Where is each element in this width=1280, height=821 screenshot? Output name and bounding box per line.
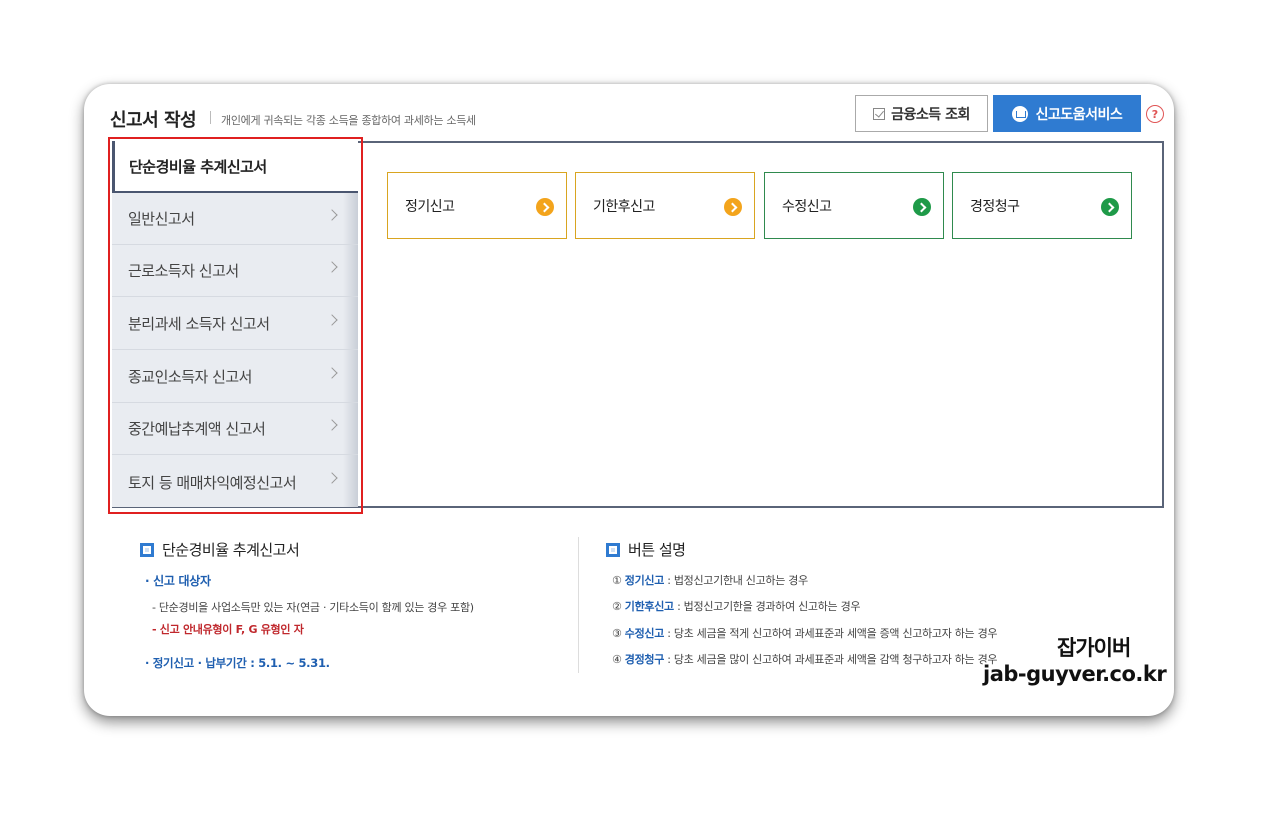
title-divider bbox=[210, 111, 211, 124]
button-desc-line: ② 기한후신고 : 법정신고기한을 경과하여 신고하는 경우 bbox=[612, 600, 861, 613]
action-label: 기한후신고 bbox=[593, 198, 655, 215]
arrow-right-icon bbox=[913, 198, 931, 216]
regular-filing-button[interactable]: 정기신고 bbox=[387, 172, 567, 239]
question-icon[interactable]: ? bbox=[1146, 105, 1164, 123]
sidebar-item-interim[interactable]: 중간예납추계액 신고서 bbox=[112, 403, 358, 455]
square-bullet-icon bbox=[606, 542, 620, 557]
action-label: 경정청구 bbox=[970, 198, 1020, 215]
chevron-right-icon bbox=[326, 209, 338, 221]
button-desc-line: ④ 경정청구 : 당초 세금을 많이 신고하여 과세표준과 세액을 감액 청구하… bbox=[612, 653, 998, 666]
target-red-note: - 신고 안내유형이 F, G 유형인 자 bbox=[152, 623, 304, 636]
sidebar-item-label: 토지 등 매매차익예정신고서 bbox=[128, 473, 297, 492]
checkbox-icon bbox=[873, 107, 886, 120]
financial-income-label: 금융소득 조회 bbox=[891, 106, 970, 123]
square-bullet-icon bbox=[140, 542, 154, 557]
chevron-right-icon bbox=[326, 472, 338, 484]
info-heading-right: 버튼 설명 bbox=[606, 539, 686, 560]
chevron-right-icon bbox=[326, 367, 338, 379]
button-desc-line: ③ 수정신고 : 당초 세금을 적게 신고하여 과세표준과 세액을 증액 신고하… bbox=[612, 627, 998, 640]
filing-period: · 정기신고 · 납부기간 : 5.1. ~ 5.31. bbox=[145, 656, 330, 670]
late-filing-button[interactable]: 기한후신고 bbox=[575, 172, 755, 239]
sidebar-item-label: 일반신고서 bbox=[128, 210, 195, 228]
help-service-button[interactable]: 신고도움서비스 bbox=[993, 95, 1141, 132]
page-description: 개인에게 귀속되는 각종 소득을 종합하여 과세하는 소득세 bbox=[221, 114, 476, 127]
action-label: 수정신고 bbox=[782, 198, 832, 215]
sidebar-item-general[interactable]: 일반신고서 bbox=[112, 193, 358, 245]
chevron-right-icon bbox=[326, 314, 338, 326]
info-divider bbox=[578, 537, 579, 673]
target-label: · 신고 대상자 bbox=[145, 574, 211, 588]
action-label: 정기신고 bbox=[405, 198, 455, 215]
info-heading-left: 단순경비율 추계신고서 bbox=[140, 539, 300, 560]
sidebar-item-earned-income[interactable]: 근로소득자 신고서 bbox=[112, 245, 358, 297]
chevron-right-icon bbox=[326, 261, 338, 273]
target-detail: - 단순경비을 사업소득만 있는 자(연금 · 기타소득이 함께 있는 경우 포… bbox=[152, 601, 474, 614]
book-icon bbox=[1011, 105, 1028, 122]
sidebar-item-label: 중간예납추계액 신고서 bbox=[128, 420, 266, 438]
arrow-right-icon bbox=[724, 198, 742, 216]
sidebar-item-religious[interactable]: 종교인소득자 신고서 bbox=[112, 351, 358, 403]
sidebar-item-label: 근로소득자 신고서 bbox=[128, 262, 239, 280]
sidebar-item-simple-expense[interactable]: 단순경비율 추계신고서 bbox=[112, 141, 358, 193]
watermark-name: 잡가이버 bbox=[1057, 636, 1131, 660]
financial-income-button[interactable]: 금융소득 조회 bbox=[855, 95, 988, 132]
amended-filing-button[interactable]: 수정신고 bbox=[764, 172, 944, 239]
sidebar-item-land-sale[interactable]: 토지 등 매매차익예정신고서 bbox=[112, 456, 358, 508]
chevron-right-icon bbox=[326, 419, 338, 431]
button-desc-line: ① 정기신고 : 법정신고기한내 신고하는 경우 bbox=[612, 574, 808, 587]
sidebar-item-separate-tax[interactable]: 분리과세 소득자 신고서 bbox=[112, 298, 358, 350]
sidebar-item-label: 분리과세 소득자 신고서 bbox=[128, 315, 270, 333]
watermark-url: jab-guyver.co.kr bbox=[983, 662, 1167, 686]
sidebar-item-label: 종교인소득자 신고서 bbox=[128, 368, 252, 386]
correction-claim-button[interactable]: 경정청구 bbox=[952, 172, 1132, 239]
help-service-label: 신고도움서비스 bbox=[1035, 106, 1123, 123]
arrow-right-icon bbox=[1101, 198, 1119, 216]
page-title: 신고서 작성 bbox=[110, 110, 197, 131]
arrow-right-icon bbox=[536, 198, 554, 216]
